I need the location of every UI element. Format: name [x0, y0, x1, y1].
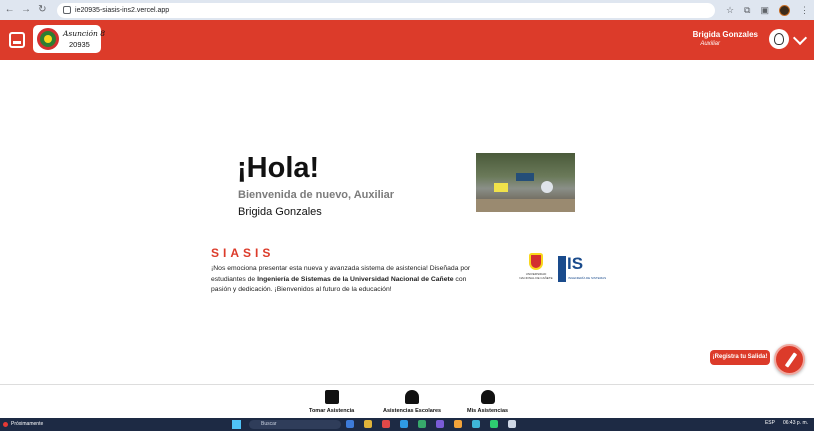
school-code: 20935: [69, 40, 90, 49]
profile-avatar[interactable]: [779, 4, 790, 16]
app-icon[interactable]: [382, 420, 390, 428]
welcome-subtitle: Bienvenida de nuevo, Auxiliar: [238, 189, 395, 201]
language-indicator[interactable]: ESP: [765, 420, 775, 426]
app-icon[interactable]: [436, 420, 444, 428]
header-user-name: Brigida Gonzales: [692, 30, 758, 39]
register-exit-label[interactable]: ¡Registra tu Salida!: [710, 350, 770, 365]
school-crest-icon: [37, 28, 59, 50]
bottom-navigation: Tomar Asistencia Asistencias Escolares M…: [0, 384, 814, 418]
user-avatar[interactable]: [769, 29, 789, 49]
app-icon[interactable]: [400, 420, 408, 428]
app-icon[interactable]: [490, 420, 498, 428]
school-name: Asunción 8: [63, 29, 106, 38]
address-bar[interactable]: ie20935-siasis-ins2.vercel.app: [57, 2, 715, 18]
extensions-icon[interactable]: ⧉: [744, 5, 750, 16]
taskbar-apps: [346, 420, 526, 428]
nav-school-attendance[interactable]: Asistencias Escolares: [383, 390, 441, 414]
header-user-role: Auxiliar: [700, 41, 720, 47]
bookmark-star-icon[interactable]: ☆: [726, 5, 734, 16]
forward-icon[interactable]: →: [19, 3, 32, 17]
chevron-down-icon[interactable]: [792, 30, 808, 46]
siasis-description: ¡Nos emociona presentar esta nueva y ava…: [211, 265, 471, 293]
hello-heading: ¡Hola!: [237, 152, 320, 184]
person-icon: [480, 390, 495, 404]
browser-actions: ☆ ⧉ ▣ ⋮: [721, 4, 814, 16]
weather-widget[interactable]: Próximamente: [3, 421, 43, 427]
graduate-icon: [405, 390, 420, 404]
site-info-icon[interactable]: [63, 6, 72, 14]
sidebar-icon[interactable]: ▣: [760, 5, 769, 16]
clock[interactable]: 06:43 p. m.: [783, 420, 808, 426]
nav-take-attendance[interactable]: Tomar Asistencia: [309, 390, 354, 414]
app-icon[interactable]: [454, 420, 462, 428]
greeting-user-name: Brigida Gonzales: [238, 206, 322, 218]
university-shield-icon: [529, 253, 543, 270]
sidebar-toggle-button[interactable]: [9, 32, 25, 48]
app-icon[interactable]: [364, 420, 372, 428]
weather-icon: [3, 421, 8, 427]
register-exit-button[interactable]: [774, 344, 805, 375]
browser-menu-icon[interactable]: ⋮: [800, 5, 809, 16]
systems-engineering-logo: IS INGENIERÍA DE SISTEMAS: [558, 254, 606, 282]
siasis-title: SIASIS: [211, 246, 275, 260]
app-icon[interactable]: [418, 420, 426, 428]
browser-toolbar: ← → ↻ ie20935-siasis-ins2.vercel.app ☆ ⧉…: [0, 0, 814, 20]
taskbar-search[interactable]: Buscar: [249, 420, 341, 429]
school-photo: [476, 153, 575, 212]
nav-my-attendance[interactable]: Mis Asistencias: [467, 390, 508, 414]
system-tray: ESP 06:43 p. m.: [757, 420, 808, 426]
windows-start-icon[interactable]: [232, 420, 241, 429]
clipboard-icon: [324, 390, 339, 404]
app-header: Asunción 8 20935 Brigida Gonzales Auxili…: [0, 20, 814, 60]
pen-icon: [784, 352, 798, 368]
app-icon[interactable]: [346, 420, 354, 428]
university-program-name: Ingeniería de Sistemas de la Universidad…: [257, 275, 454, 283]
url-text: ie20935-siasis-ins2.vercel.app: [75, 6, 170, 14]
os-taskbar: Próximamente Buscar ESP 06:43 p. m.: [0, 418, 814, 431]
back-icon[interactable]: ←: [3, 3, 16, 17]
app-icon[interactable]: [472, 420, 480, 428]
unc-university-logo: UNIVERSIDAD NACIONAL DE CAÑETE: [519, 253, 553, 283]
reload-icon[interactable]: ↻: [36, 3, 49, 17]
app-icon[interactable]: [508, 420, 516, 428]
school-badge: Asunción 8 20935: [33, 25, 105, 53]
